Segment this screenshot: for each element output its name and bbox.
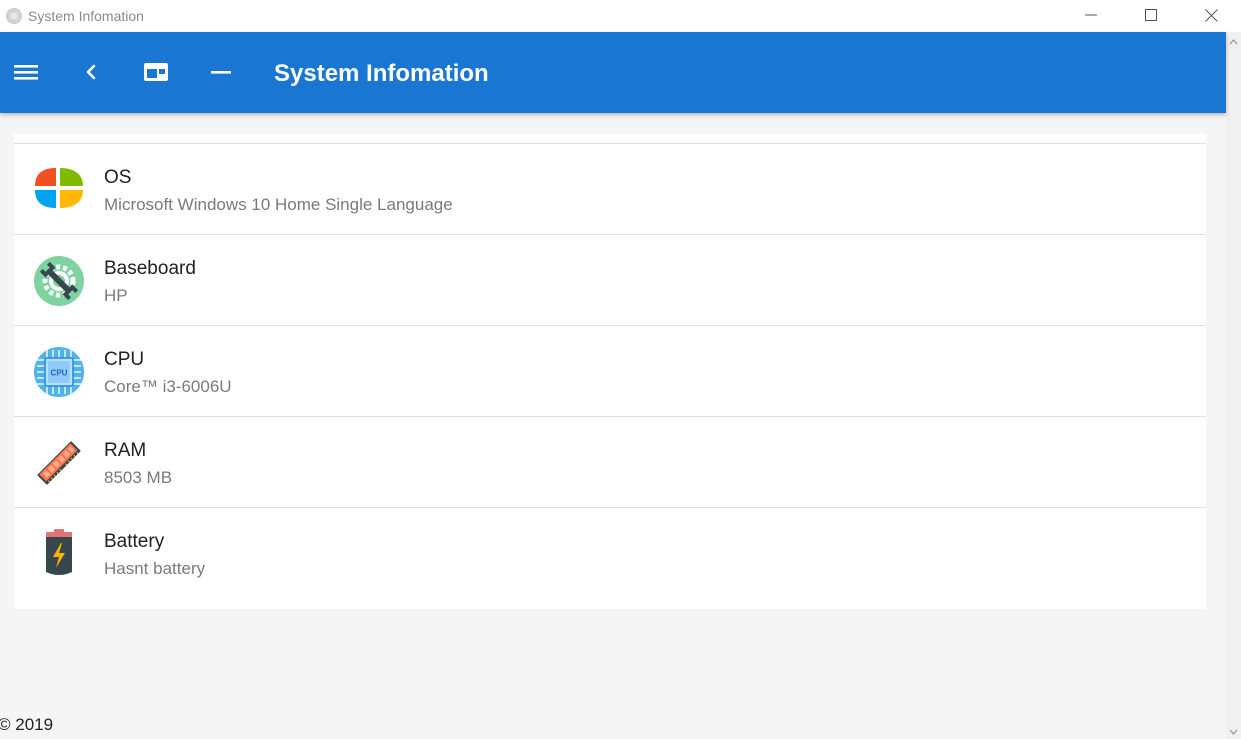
back-button[interactable]: [71, 52, 111, 92]
cpu-chip-icon: CPU: [34, 347, 84, 397]
window-close-icon: [1204, 8, 1218, 22]
menu-icon: [14, 65, 38, 80]
window-title: System Infomation: [28, 8, 144, 24]
battery-icon: [46, 529, 72, 575]
list-item-baseboard[interactable]: Baseboard HP: [14, 235, 1206, 326]
app-logo-icon: [6, 8, 22, 24]
list-item-battery[interactable]: Battery Hasnt battery: [14, 508, 1206, 599]
window-maximize-icon: [1145, 9, 1157, 21]
item-label: CPU: [104, 349, 145, 370]
window-titlebar: System Infomation: [0, 0, 1241, 32]
ram-module-icon: [37, 441, 81, 485]
scroll-up-icon[interactable]: [1229, 38, 1238, 46]
item-value: Hasnt battery: [104, 559, 206, 578]
window-minimize-icon: [1085, 14, 1097, 16]
item-value: 8503 MB: [104, 468, 173, 487]
windows-logo-icon: [35, 168, 83, 208]
scroll-down-icon[interactable]: [1229, 728, 1238, 736]
window-close-button[interactable]: [1181, 0, 1241, 30]
window-maximize-button[interactable]: [1121, 0, 1181, 30]
minimize-button[interactable]: [201, 52, 241, 92]
list-item-ram[interactable]: RAM 8503 MB: [14, 417, 1206, 508]
vertical-scrollbar[interactable]: [1226, 32, 1241, 739]
item-value: Core™ i3-6006U: [104, 377, 232, 396]
item-value: Microsoft Windows 10 Home Single Languag…: [104, 195, 453, 214]
minimize-icon: [211, 71, 231, 74]
main-content: OS Microsoft Windows 10 Home Single Lang…: [0, 113, 1226, 703]
item-label: Battery: [104, 531, 165, 552]
app-bar: System Infomation: [0, 32, 1226, 113]
copyright-text: © 2019: [0, 715, 54, 734]
item-value: HP: [104, 286, 128, 305]
window-mode-button[interactable]: [136, 52, 176, 92]
list-item-cpu[interactable]: CPU CPU Core™ i3-6006U: [14, 326, 1206, 417]
item-label: Baseboard: [104, 258, 196, 279]
window-icon: [144, 63, 168, 81]
item-label: OS: [104, 167, 132, 188]
back-icon: [86, 64, 96, 80]
page-title: System Infomation: [274, 60, 489, 87]
item-label: RAM: [104, 440, 147, 461]
list-item-os[interactable]: OS Microsoft Windows 10 Home Single Lang…: [14, 144, 1206, 235]
cpu-icon-text: CPU: [51, 369, 68, 378]
menu-button[interactable]: [6, 52, 46, 92]
info-list: OS Microsoft Windows 10 Home Single Lang…: [14, 134, 1206, 609]
wrench-gear-icon: [34, 256, 84, 306]
window-controls: [1061, 0, 1241, 30]
window-minimize-button[interactable]: [1061, 0, 1121, 30]
footer: © 2019: [0, 703, 1226, 739]
